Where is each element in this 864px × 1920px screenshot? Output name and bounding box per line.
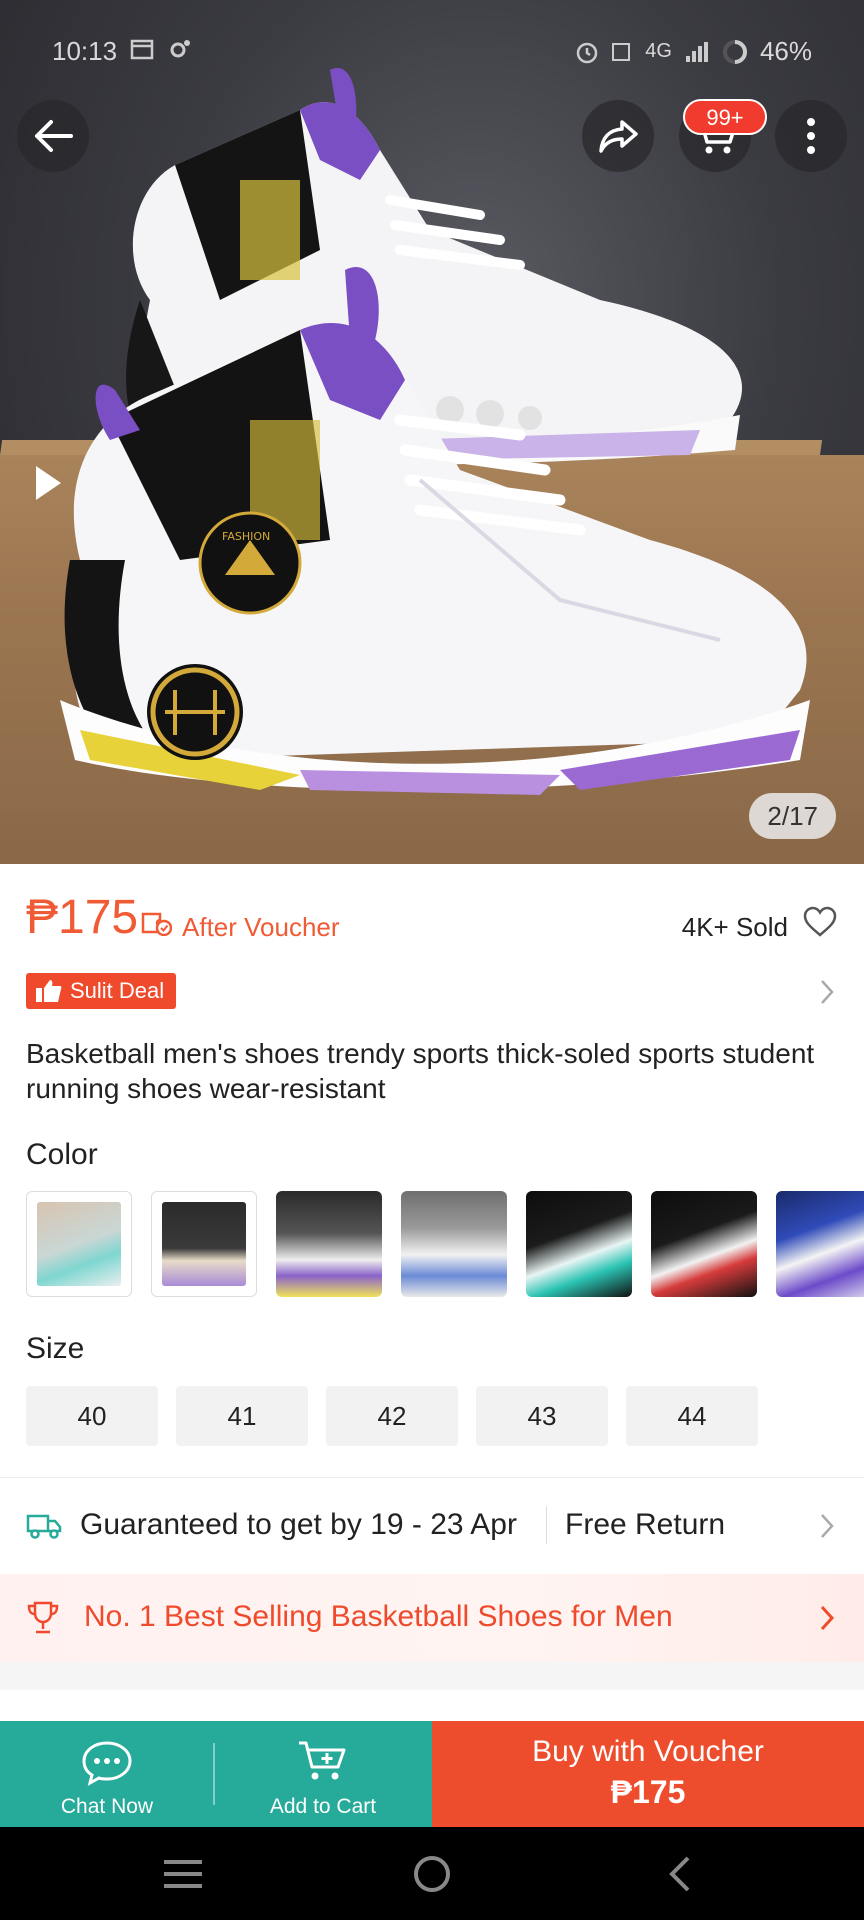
sulit-deal-badge: Sulit Deal (26, 973, 177, 1009)
after-voucher-label: After Voucher (182, 912, 340, 942)
alarm-icon (577, 42, 598, 63)
size-option[interactable]: 40 (26, 1386, 158, 1446)
color-swatch[interactable] (401, 1191, 507, 1297)
size-label: Size (26, 1332, 85, 1365)
color-swatch[interactable] (776, 1191, 864, 1297)
chevron-right-icon[interactable] (817, 978, 837, 1006)
swatch-image (276, 1191, 382, 1297)
bottom-action-bar: Chat Now Add to Cart Buy with Voucher ₱1… (0, 1721, 864, 1827)
swatch-image (37, 1202, 121, 1286)
share-icon (599, 120, 638, 153)
back-nav-icon[interactable] (664, 1855, 694, 1893)
chat-now-button[interactable]: Chat Now (0, 1721, 214, 1827)
size-options: 40 41 42 43 44 (26, 1386, 758, 1446)
status-bar: 10:13 4G 46% (0, 34, 864, 68)
price-row: ₱175 After Voucher 4K+ Sold (26, 890, 838, 950)
best-selling-text: No. 1 Best Selling Basketball Shoes for … (84, 1600, 673, 1633)
swatch-image (651, 1191, 757, 1297)
size-option[interactable]: 42 (326, 1386, 458, 1446)
separator (546, 1506, 547, 1544)
size-option[interactable]: 41 (176, 1386, 308, 1446)
best-selling-banner[interactable]: No. 1 Best Selling Basketball Shoes for … (0, 1574, 864, 1662)
menu-icon[interactable] (162, 1857, 204, 1891)
voucher-icon (141, 912, 172, 936)
chevron-right-icon (820, 1605, 835, 1631)
add-to-cart-label: Add to Cart (269, 1795, 377, 1818)
battery-icon (722, 39, 747, 64)
status-left-icons (130, 38, 192, 60)
color-swatch[interactable] (651, 1191, 757, 1297)
color-label: Color (26, 1138, 98, 1171)
settings-small-icon (170, 40, 190, 58)
shoe-badge-text: FASHION (222, 530, 270, 543)
swatch-image (776, 1191, 864, 1297)
buy-label: Buy with Voucher (532, 1735, 764, 1768)
chat-now-label: Chat Now (60, 1795, 154, 1818)
arrow-left-icon (35, 120, 73, 152)
swatch-image (526, 1191, 632, 1297)
thumbs-up-icon (36, 980, 62, 1002)
signal-icon (685, 41, 708, 62)
action-separator (213, 1743, 215, 1805)
color-swatch[interactable] (276, 1191, 382, 1297)
product-image-carousel[interactable]: FASHION 10:13 4G 46% 99+ 2/17 (0, 0, 864, 864)
size-option[interactable]: 44 (626, 1386, 758, 1446)
add-to-cart-button[interactable]: Add to Cart (214, 1721, 432, 1827)
share-button[interactable] (582, 100, 654, 172)
sold-count: 4K+ Sold (681, 912, 788, 942)
color-swatch[interactable] (526, 1191, 632, 1297)
shipping-row[interactable]: Guaranteed to get by 19 - 23 Apr Free Re… (0, 1478, 864, 1574)
cart-count-badge: 99+ (683, 99, 767, 135)
play-icon (36, 466, 61, 500)
color-swatch[interactable] (151, 1191, 257, 1297)
chat-icon (82, 1741, 132, 1786)
more-vertical-icon (807, 118, 815, 154)
color-swatch[interactable] (26, 1191, 132, 1297)
trophy-icon (27, 1601, 59, 1634)
truck-icon (26, 1514, 62, 1539)
color-options (26, 1191, 864, 1297)
image-counter: 2/17 (749, 793, 836, 839)
status-right-icons: 4G 46% (575, 36, 812, 67)
price: ₱175 (26, 891, 139, 944)
free-return: Free Return (565, 1508, 726, 1541)
swatch-image (401, 1191, 507, 1297)
calendar-icon (130, 39, 154, 60)
size-option[interactable]: 43 (476, 1386, 608, 1446)
network-type: 4G (645, 40, 672, 62)
delivery-guarantee: Guaranteed to get by 19 - 23 Apr (80, 1508, 517, 1541)
play-video-button[interactable] (0, 438, 96, 528)
sulit-deal-label: Sulit Deal (70, 978, 165, 1003)
buy-price: ₱175 (610, 1774, 686, 1810)
product-title: Basketball men's shoes trendy sports thi… (26, 1038, 815, 1104)
battery-percent: 46% (759, 36, 812, 66)
heart-icon[interactable] (802, 906, 838, 938)
buy-with-voucher-button[interactable]: Buy with Voucher ₱175 (432, 1721, 864, 1827)
back-button[interactable] (17, 100, 89, 172)
volte-icon (612, 42, 631, 61)
status-time: 10:13 (52, 36, 118, 66)
add-cart-icon (299, 1741, 346, 1780)
chevron-right-icon (821, 1514, 834, 1538)
home-icon[interactable] (412, 1854, 452, 1894)
section-gap (0, 1662, 864, 1690)
swatch-image (162, 1202, 246, 1286)
system-navigation-bar (0, 1827, 864, 1920)
more-options-button[interactable] (775, 100, 847, 172)
